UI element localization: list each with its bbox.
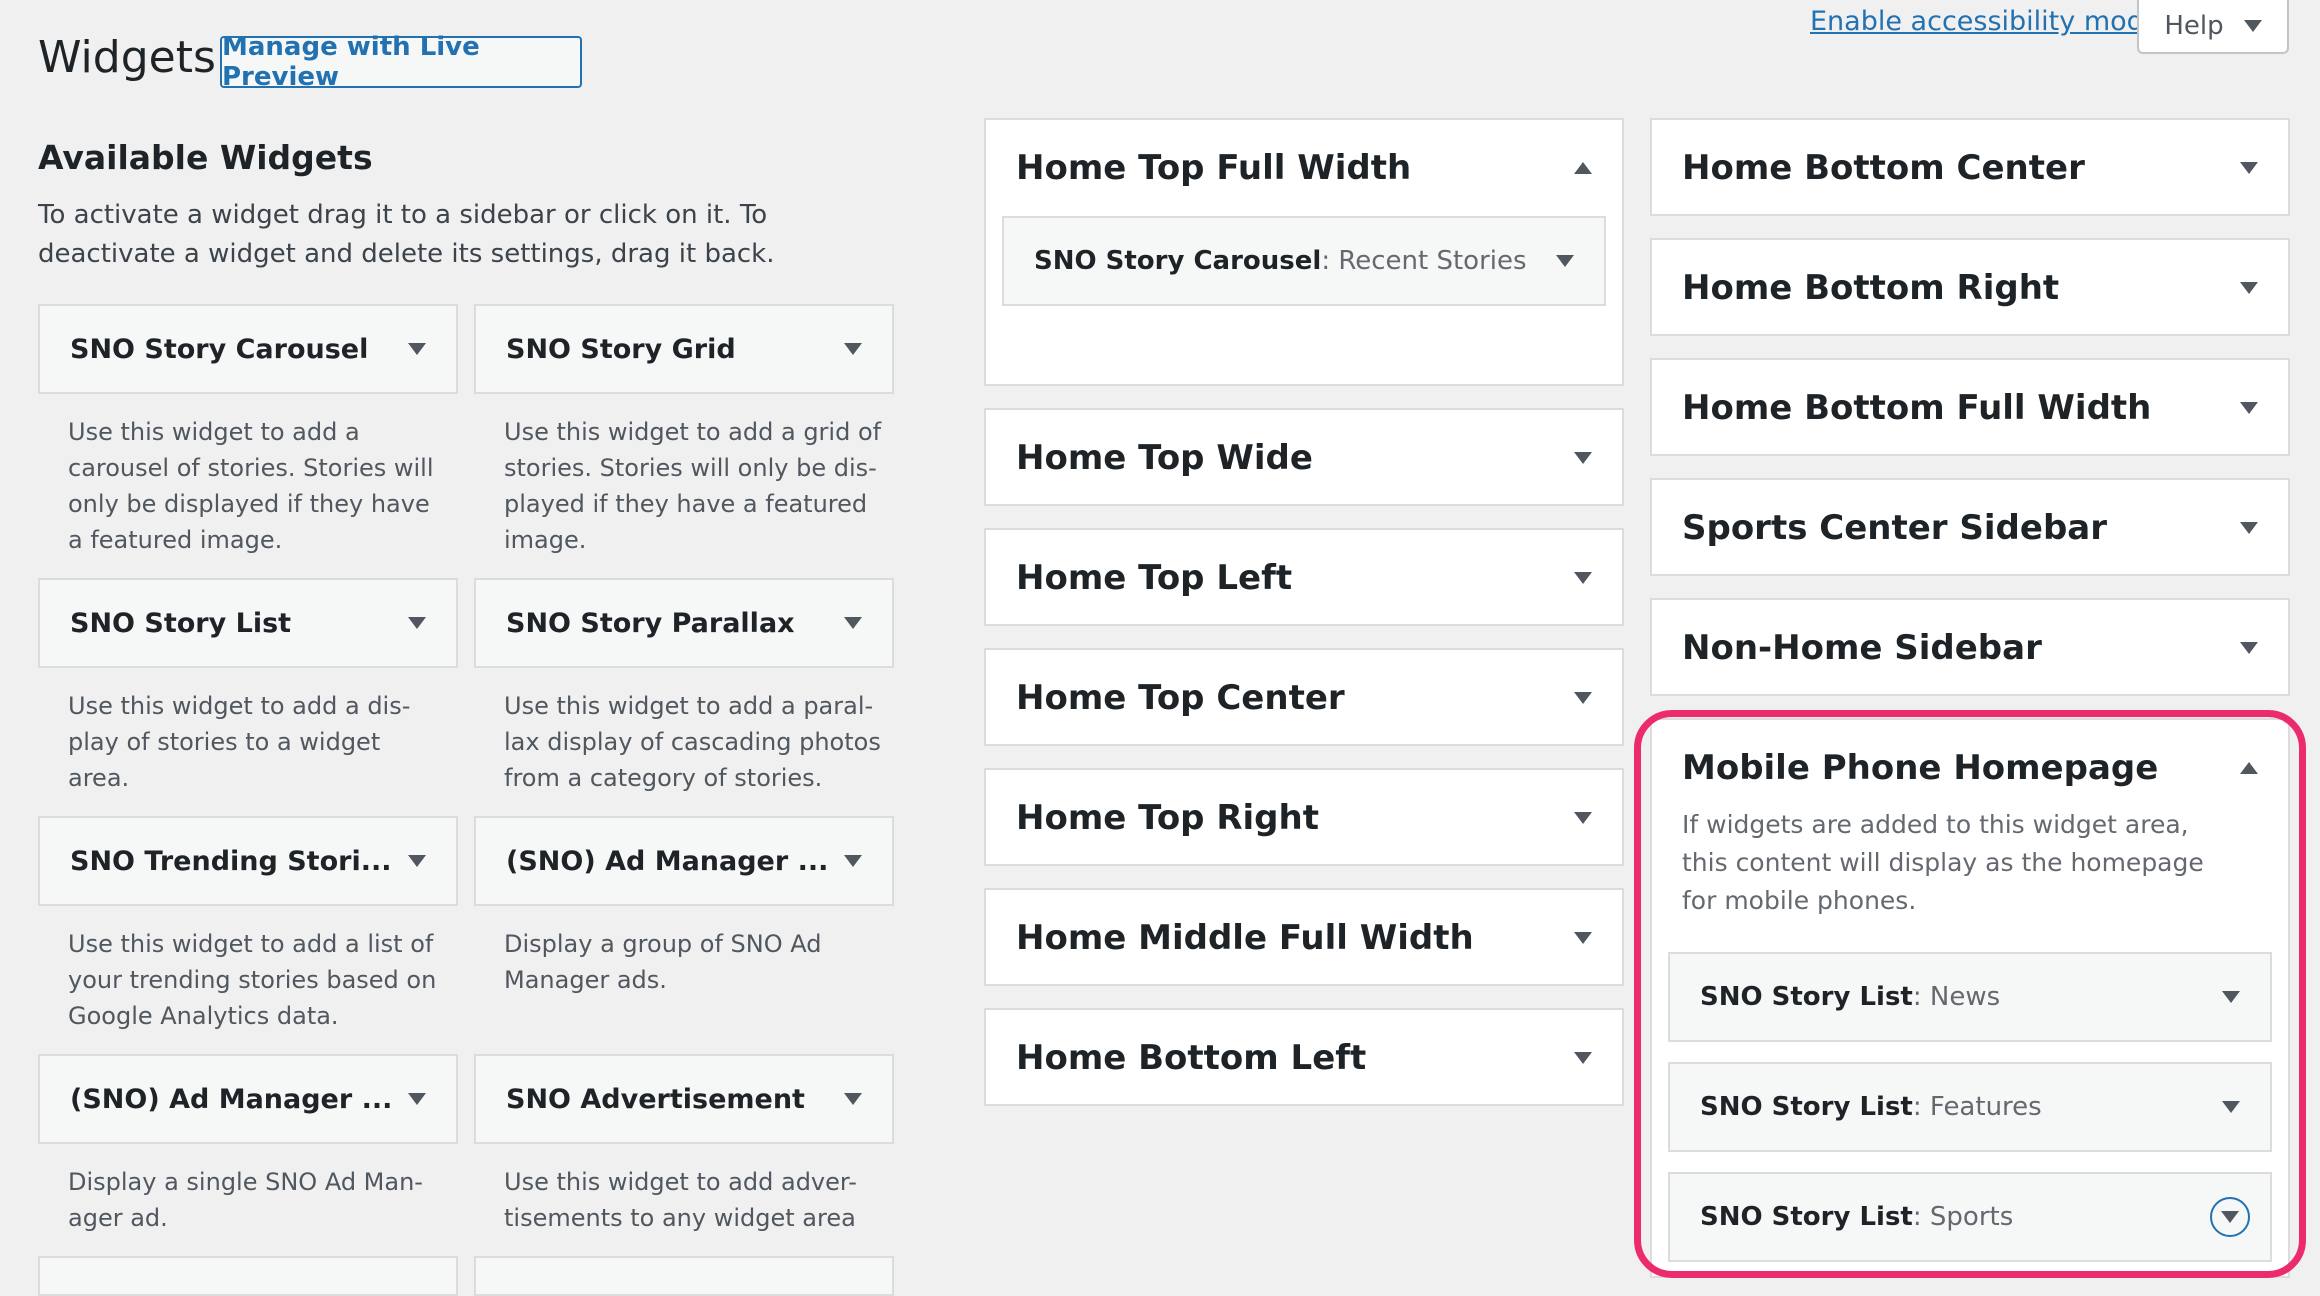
chevron-down-icon[interactable] <box>408 1093 426 1105</box>
chevron-down-icon[interactable] <box>1574 932 1592 944</box>
sidebar-home-bottom-left[interactable]: Home Bottom Left <box>984 1008 1624 1106</box>
sidebar-sports-center[interactable]: Sports Center Sidebar <box>1650 478 2290 576</box>
chevron-down-icon[interactable] <box>2222 1101 2240 1113</box>
chevron-down-icon[interactable] <box>844 617 862 629</box>
chevron-up-icon[interactable] <box>2240 762 2258 774</box>
chevron-down-icon[interactable] <box>1574 1052 1592 1064</box>
sidebar-title: Home Top Wide <box>1016 438 1313 478</box>
widget-subtitle: Sports <box>1929 1202 2014 1232</box>
sidebar-widget-item[interactable]: SNO Story List: Sports <box>1668 1172 2272 1262</box>
widget-description: Display a group of SNO Ad Manager ads. <box>504 930 822 994</box>
help-dropdown-icon <box>2243 20 2262 32</box>
chevron-down-icon[interactable] <box>2240 402 2258 414</box>
chevron-down-icon[interactable] <box>2240 642 2258 654</box>
widget-description: Use this widget to add a carousel of sto… <box>68 418 434 554</box>
chevron-up-icon[interactable] <box>1574 162 1592 174</box>
chevron-down-icon[interactable] <box>844 343 862 355</box>
widget-name: SNO Story List <box>1700 1202 1913 1232</box>
chevron-down-icon[interactable] <box>2240 282 2258 294</box>
widget-subtitle: News <box>1929 982 2001 1012</box>
enable-accessibility-mode-link[interactable]: Enable accessibility mode <box>1810 6 2160 37</box>
widget-sno-story-list[interactable]: SNO Story List <box>38 578 458 668</box>
sidebar-home-top-center[interactable]: Home Top Center <box>984 648 1624 746</box>
widget-title: SNO Trending Stori... <box>70 845 392 877</box>
widget-title: (SNO) Ad Manager ... <box>70 1083 393 1115</box>
sidebar-title: Home Top Right <box>1016 798 1319 838</box>
sidebar-title: Sports Center Sidebar <box>1682 508 2107 548</box>
available-widgets-title: Available Widgets <box>38 138 373 177</box>
sidebar-mobile-phone-homepage[interactable]: Mobile Phone Homepage If widgets are add… <box>1650 718 2290 1278</box>
sidebar-title: Home Top Center <box>1016 678 1345 718</box>
widget-sno-advertisement[interactable]: SNO Advertisement <box>474 1054 894 1144</box>
sidebar-title: Home Top Full Width <box>1016 148 1412 188</box>
widget-subtitle: Features <box>1929 1092 2042 1122</box>
chevron-down-icon[interactable] <box>408 855 426 867</box>
chevron-down-icon[interactable] <box>2240 522 2258 534</box>
sidebar-home-top-full-width[interactable]: Home Top Full Width SNO Story Carousel: … <box>984 118 1624 386</box>
chevron-down-icon <box>2221 1211 2239 1223</box>
sidebar-title: Home Bottom Right <box>1682 268 2060 308</box>
manage-live-preview-button[interactable]: Manage with Live Preview <box>220 32 582 92</box>
widget-description: Use this widget to add adver-tisements t… <box>504 1168 857 1232</box>
chevron-down-icon[interactable] <box>844 1093 862 1105</box>
chevron-down-icon[interactable] <box>408 617 426 629</box>
widget-description: Display a single SNO Ad Man-ager ad. <box>68 1168 423 1232</box>
sidebar-home-top-right[interactable]: Home Top Right <box>984 768 1624 866</box>
sidebar-title: Home Middle Full Width <box>1016 918 1474 958</box>
sidebar-home-bottom-center[interactable]: Home Bottom Center <box>1650 118 2290 216</box>
page-title: Widgets <box>38 32 216 83</box>
widget-title: SNO Story Carousel <box>70 333 369 365</box>
widget-name: SNO Story List <box>1700 1092 1913 1122</box>
sidebar-home-top-left[interactable]: Home Top Left <box>984 528 1624 626</box>
widget-partial[interactable] <box>474 1256 894 1296</box>
widget-title: SNO Advertisement <box>506 1083 805 1115</box>
widget-sno-ad-manager-single[interactable]: (SNO) Ad Manager ... <box>38 1054 458 1144</box>
chevron-down-icon[interactable] <box>1574 812 1592 824</box>
widget-partial[interactable] <box>38 1256 458 1296</box>
help-label: Help <box>2164 11 2224 41</box>
widget-description: Use this widget to add a paral-lax displ… <box>504 692 881 792</box>
widget-title: (SNO) Ad Manager ... <box>506 845 829 877</box>
widget-title: SNO Story Grid <box>506 333 736 365</box>
chevron-down-icon[interactable] <box>1574 452 1592 464</box>
sidebar-home-top-wide[interactable]: Home Top Wide <box>984 408 1624 506</box>
sidebar-widget-item[interactable]: SNO Story Carousel: Recent Stories <box>1002 216 1606 306</box>
sidebar-title: Home Bottom Left <box>1016 1038 1367 1078</box>
chevron-down-icon[interactable] <box>1556 255 1574 267</box>
sidebar-widget-item[interactable]: SNO Story List: Features <box>1668 1062 2272 1152</box>
widget-description: Use this widget to add a list of your tr… <box>68 930 437 1030</box>
sidebar-non-home[interactable]: Non-Home Sidebar <box>1650 598 2290 696</box>
widget-title: SNO Story Parallax <box>506 607 795 639</box>
sidebar-home-bottom-full-width[interactable]: Home Bottom Full Width <box>1650 358 2290 456</box>
focused-toggle-button[interactable] <box>2210 1197 2250 1237</box>
widget-subtitle: Recent Stories <box>1338 246 1527 276</box>
help-button[interactable]: Help <box>2137 0 2289 54</box>
chevron-down-icon[interactable] <box>2240 162 2258 174</box>
sidebar-title: Home Bottom Full Width <box>1682 388 2152 428</box>
sidebar-home-bottom-right[interactable]: Home Bottom Right <box>1650 238 2290 336</box>
widget-sno-trending-stories[interactable]: SNO Trending Stori... <box>38 816 458 906</box>
sidebar-title: Non-Home Sidebar <box>1682 628 2042 668</box>
sidebar-title: Mobile Phone Homepage <box>1682 748 2159 788</box>
widget-name: SNO Story Carousel <box>1034 246 1322 276</box>
chevron-down-icon[interactable] <box>2222 991 2240 1003</box>
widget-title: SNO Story List <box>70 607 292 639</box>
widget-description: Use this widget to add a dis-play of sto… <box>68 692 411 792</box>
widget-name: SNO Story List <box>1700 982 1913 1012</box>
widget-sno-story-carousel[interactable]: SNO Story Carousel <box>38 304 458 394</box>
widget-sno-story-parallax[interactable]: SNO Story Parallax <box>474 578 894 668</box>
chevron-down-icon[interactable] <box>408 343 426 355</box>
available-widgets-description: To activate a widget drag it to a sideba… <box>38 200 775 269</box>
widget-description: Use this widget to add a grid of stories… <box>504 418 882 554</box>
chevron-down-icon[interactable] <box>1574 692 1592 704</box>
sidebar-description: If widgets are added to this widget area… <box>1682 810 2204 915</box>
sidebar-home-middle-full-width[interactable]: Home Middle Full Width <box>984 888 1624 986</box>
sidebar-widget-item[interactable]: SNO Story List: News <box>1668 952 2272 1042</box>
widget-sno-ad-manager-group[interactable]: (SNO) Ad Manager ... <box>474 816 894 906</box>
widget-sno-story-grid[interactable]: SNO Story Grid <box>474 304 894 394</box>
sidebar-title: Home Top Left <box>1016 558 1293 598</box>
chevron-down-icon[interactable] <box>844 855 862 867</box>
sidebar-title: Home Bottom Center <box>1682 148 2085 188</box>
chevron-down-icon[interactable] <box>1574 572 1592 584</box>
